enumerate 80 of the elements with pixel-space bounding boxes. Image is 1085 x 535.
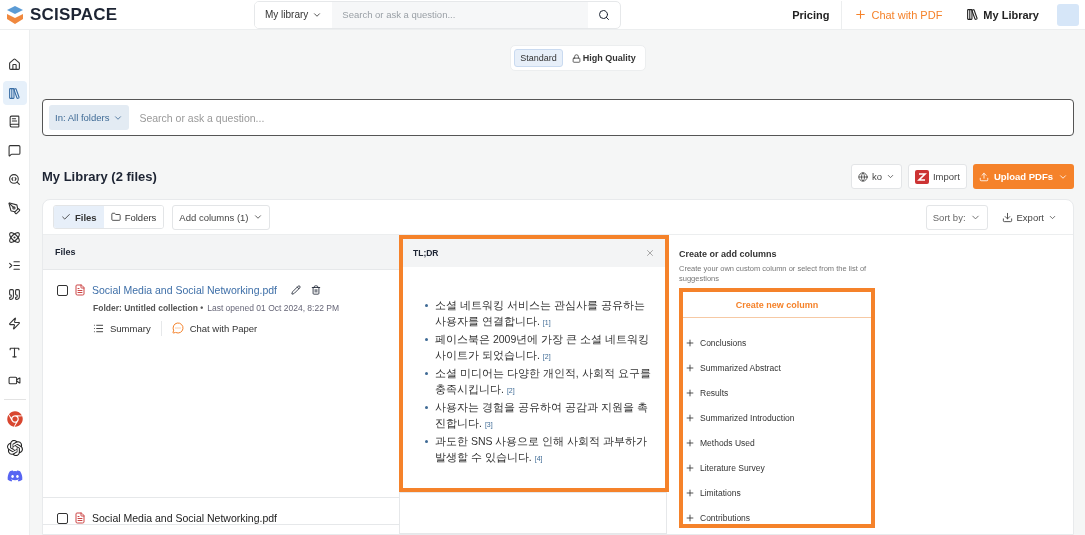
caret-icon <box>252 212 263 222</box>
lock-icon <box>571 53 581 63</box>
column-header: TL;DR <box>413 248 439 258</box>
row-checkbox[interactable] <box>57 284 68 296</box>
language-dropdown[interactable]: ko <box>850 164 902 189</box>
panel-title: Create or add columns <box>679 249 778 259</box>
pdf-file-icon <box>74 284 86 296</box>
file-link[interactable]: Social Media and Social Networking.pdf <box>92 512 278 524</box>
library-search-field[interactable]: In: All folders Search or ask a question... <box>42 99 1074 136</box>
bullet-icon <box>425 338 428 341</box>
download-icon <box>1001 211 1013 223</box>
file-link[interactable]: Social Media and Social Networking.pdf <box>92 284 278 296</box>
suggestion-item[interactable]: Results <box>683 380 871 405</box>
last-opened-text: Last opened 01 Oct 2024, 8:22 PM <box>207 303 340 313</box>
list-icon <box>93 322 104 334</box>
quote-icon <box>8 288 21 302</box>
file-action-link[interactable]: Chat with Paper <box>171 320 268 336</box>
indent-list-icon <box>8 259 21 273</box>
books-icon <box>8 86 21 100</box>
plus-icon <box>685 412 695 423</box>
text-icon <box>8 345 21 359</box>
folder-icon <box>110 212 121 222</box>
brand-name: SCISPACE <box>30 4 118 25</box>
bullet-icon <box>425 372 428 375</box>
sort-dropdown[interactable]: Sort by: <box>925 204 988 230</box>
book-icon <box>8 115 21 129</box>
mode-tab[interactable]: Standard <box>514 49 563 67</box>
folder-dropdown[interactable]: In: All folders <box>49 105 130 130</box>
suggestion-item[interactable]: Summarized Abstract <box>683 355 871 380</box>
column-header: Files <box>43 235 399 270</box>
edit-icon[interactable] <box>291 285 302 295</box>
row-checkbox[interactable] <box>57 512 68 524</box>
globe-icon <box>857 171 868 182</box>
plus-icon <box>685 462 695 473</box>
suggestion-item[interactable]: Limitations <box>683 480 871 505</box>
folder-text: Folder: Untitled collection • <box>93 303 204 313</box>
bullet-icon <box>425 304 428 307</box>
plus-icon <box>685 487 695 498</box>
trash-icon[interactable] <box>311 285 322 295</box>
z-logo-icon <box>914 169 929 184</box>
plus-icon <box>854 8 868 21</box>
check-icon <box>61 212 71 222</box>
nav-link[interactable]: Pricing <box>780 0 842 29</box>
plus-icon <box>685 387 695 398</box>
bullet-icon <box>425 406 428 409</box>
controller-logo-icon <box>6 468 23 485</box>
search-icon <box>598 8 610 21</box>
plus-icon <box>685 362 695 373</box>
books-icon <box>966 8 980 21</box>
plus-icon <box>685 437 695 448</box>
page-title: My Library (2 files) <box>42 169 157 184</box>
caret-icon <box>885 172 895 181</box>
suggestion-item[interactable]: Contributions <box>683 505 871 524</box>
import-button[interactable]: Import <box>907 164 967 189</box>
plus-icon <box>685 512 695 523</box>
circle-logo-icon <box>6 410 23 427</box>
pen-icon <box>8 201 21 215</box>
chat-bubble-icon <box>8 144 21 158</box>
upload-icon <box>978 171 989 182</box>
knot-logo-icon <box>6 439 23 456</box>
chat-bubble-icon <box>171 322 184 334</box>
export-button[interactable]: Export <box>995 210 1063 224</box>
search-icon <box>8 173 21 186</box>
mode-tab[interactable]: High Quality <box>565 49 642 67</box>
pdf-file-icon <box>74 512 86 524</box>
suggestion-item[interactable]: Methods Used <box>683 430 871 455</box>
add-columns-dropdown[interactable]: Add columns (1) <box>172 204 270 230</box>
nav-link[interactable]: My Library <box>954 0 1051 29</box>
plus-icon <box>685 337 695 348</box>
view-tab[interactable]: Files <box>54 206 104 228</box>
suggestion-item[interactable]: Conclusions <box>683 330 871 355</box>
home-icon <box>8 57 21 71</box>
file-action-link[interactable]: Summary <box>93 320 162 336</box>
bullet-icon <box>425 440 428 443</box>
lightning-icon <box>8 316 21 330</box>
logo-icon <box>6 4 24 25</box>
suggestion-item[interactable]: Summarized Introduction <box>683 405 871 430</box>
atom-icon <box>8 230 21 244</box>
search-field[interactable]: My library Search or ask a question... <box>254 0 621 29</box>
suggestion-item[interactable]: Literature Survey <box>683 455 871 480</box>
